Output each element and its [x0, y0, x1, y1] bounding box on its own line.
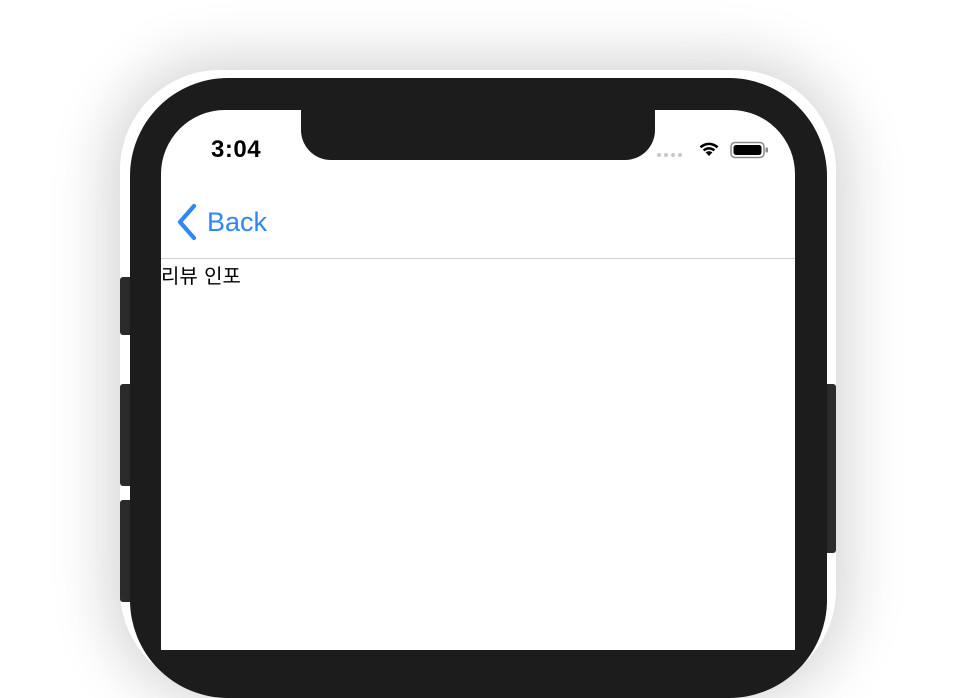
chevron-left-icon — [177, 203, 197, 241]
back-button[interactable]: Back — [175, 202, 267, 242]
status-time: 3:04 — [211, 136, 262, 163]
device-notch — [301, 110, 655, 160]
cellular-signal-icon — [657, 153, 682, 157]
navigation-bar: Back — [161, 188, 795, 259]
content-text: 리뷰 인포 — [161, 264, 241, 288]
status-icons — [655, 134, 775, 164]
device-screen: 3:04 Back 리뷰 인포 — [161, 110, 795, 650]
wifi-icon — [699, 142, 719, 156]
battery-icon — [730, 141, 768, 159]
back-label: Back — [207, 206, 268, 237]
